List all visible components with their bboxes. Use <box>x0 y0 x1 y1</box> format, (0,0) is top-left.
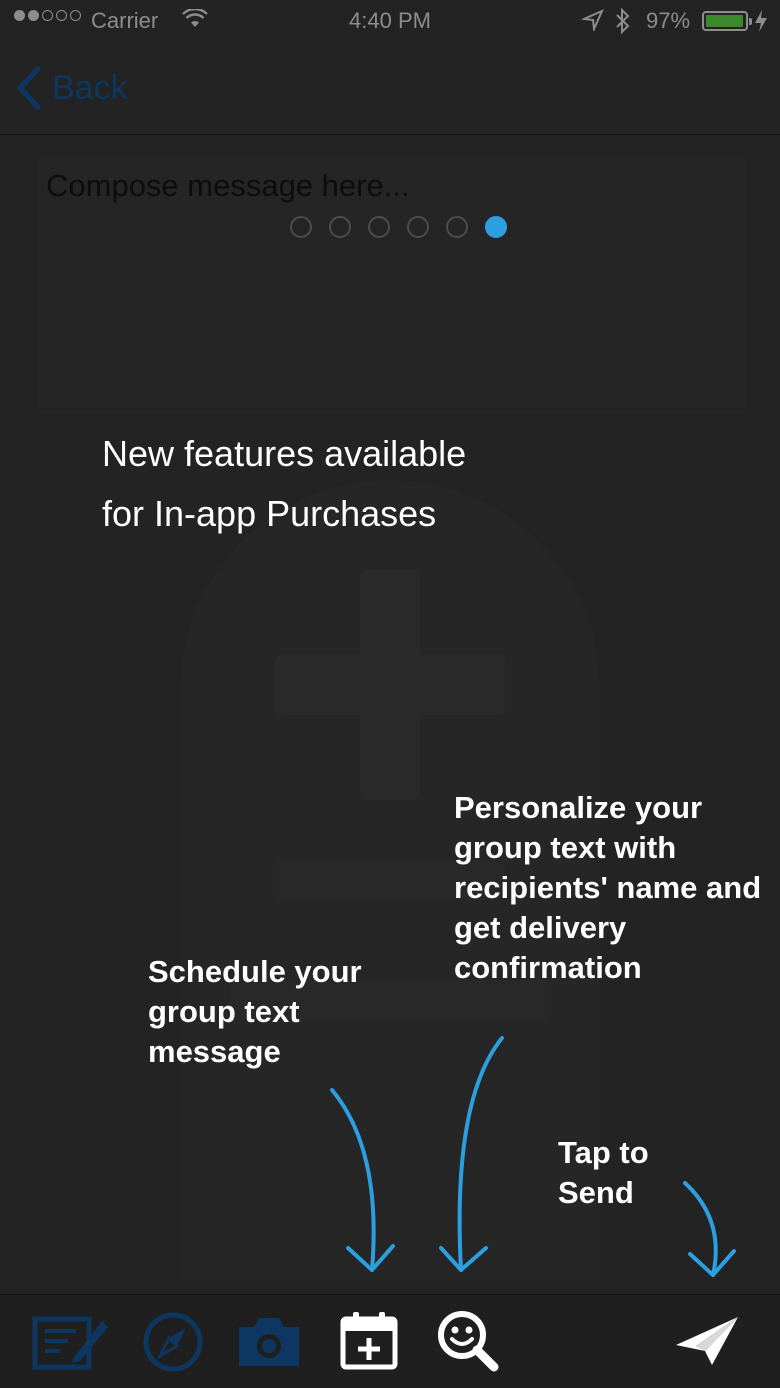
bottom-toolbar <box>0 1294 780 1388</box>
send-icon[interactable] <box>674 1315 740 1367</box>
personalize-arrow-icon <box>457 1036 504 1272</box>
send-arrow-head-icon <box>688 1249 736 1277</box>
personalize-search-icon[interactable] <box>436 1309 500 1373</box>
compose-template-icon[interactable] <box>32 1313 110 1371</box>
personalize-arrow-head-icon <box>439 1246 488 1272</box>
schedule-arrow-icon <box>330 1088 376 1272</box>
schedule-arrow-head-icon <box>346 1244 395 1272</box>
camera-icon[interactable] <box>236 1315 302 1369</box>
tutorial-arrows <box>330 1036 736 1277</box>
calendar-add-icon[interactable] <box>340 1311 398 1371</box>
compass-icon[interactable] <box>142 1311 204 1373</box>
